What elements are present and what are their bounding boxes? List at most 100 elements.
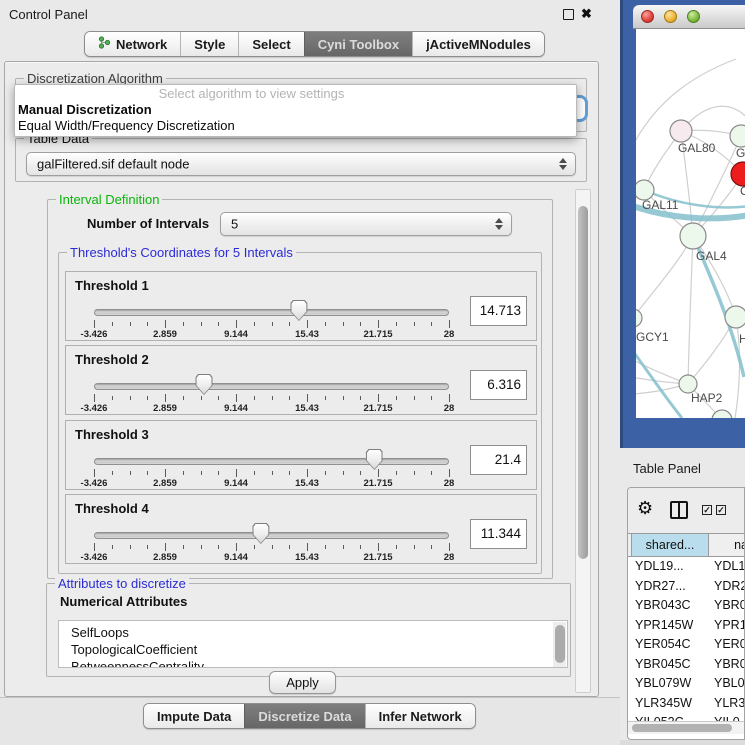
slider-handle[interactable]: [252, 523, 269, 544]
tick-mark: [343, 322, 344, 326]
cell-shared-name: YPR145W: [635, 618, 693, 632]
tick-mark: [272, 322, 273, 326]
column-header-name[interactable]: na: [710, 534, 745, 556]
tick-mark: [147, 545, 148, 549]
table-data-combo[interactable]: galFiltered.sif default node: [26, 152, 576, 176]
numerical-attributes-list[interactable]: SelfLoopsTopologicalCoefficientBetweenne…: [58, 620, 568, 668]
threshold-value-field[interactable]: 6.316: [470, 370, 527, 400]
list-item[interactable]: SelfLoops: [59, 624, 567, 641]
close-icon[interactable]: ✖: [581, 6, 592, 22]
slider-ticks: [94, 543, 449, 552]
tick-mark: [325, 471, 326, 475]
tick-mark: [112, 471, 113, 475]
number-of-intervals-combo[interactable]: 5: [220, 212, 512, 236]
slider-track[interactable]: [94, 383, 449, 390]
tab-discretize-data[interactable]: Discretize Data: [244, 704, 364, 728]
scale-label: -3.426: [81, 403, 108, 414]
table-row[interactable]: YLR345W YLR3: [628, 694, 744, 714]
threshold-value-field[interactable]: 11.344: [470, 519, 527, 549]
threshold-label: Threshold 3: [75, 427, 149, 442]
checkbox-icon[interactable]: ✓: [716, 505, 726, 515]
network-node[interactable]: [725, 306, 745, 328]
tick-mark: [218, 545, 219, 549]
table-row[interactable]: YIL052CYIL0: [628, 713, 744, 721]
network-node[interactable]: [680, 223, 706, 249]
cell-shared-name: YLR345W: [635, 696, 692, 710]
panel-scrollbar[interactable]: [575, 189, 591, 693]
columns-icon[interactable]: [670, 501, 688, 519]
tick-mark: [254, 545, 255, 549]
minimize-traffic-light-icon[interactable]: [664, 10, 677, 23]
tab-cyni-toolbox[interactable]: Cyni Toolbox: [304, 32, 412, 56]
network-node-label: C: [740, 184, 745, 198]
popup-item[interactable]: Equal Width/Frequency Discretization: [15, 118, 576, 134]
control-panel-titlebar: Control Panel ✖: [0, 0, 620, 28]
cell-name: YLR3: [714, 696, 744, 710]
tick-mark: [325, 545, 326, 549]
network-node[interactable]: [670, 120, 692, 142]
interval-definition-group: Interval Definition Number of Intervals …: [47, 199, 553, 579]
zoom-traffic-light-icon[interactable]: [687, 10, 700, 23]
tab-infer-network[interactable]: Infer Network: [365, 704, 475, 728]
attributes-group-title: Attributes to discretize: [55, 576, 189, 591]
algorithm-dropdown-popup: Select algorithm to view settings Manual…: [14, 84, 577, 137]
network-node[interactable]: [636, 180, 654, 200]
slider-track[interactable]: [94, 458, 449, 465]
table-row[interactable]: YBL079WYBL0: [628, 674, 744, 694]
cell-shared-name: YBL079W: [635, 676, 691, 690]
popup-item[interactable]: Manual Discretization: [15, 102, 576, 118]
list-item[interactable]: TopologicalCoefficient: [59, 641, 567, 658]
list-item[interactable]: BetweennessCentrality: [59, 658, 567, 668]
table-row[interactable]: YDL19...YDL1: [628, 557, 744, 577]
table-row[interactable]: YDR27...YDR2: [628, 577, 744, 597]
network-node[interactable]: [730, 125, 745, 147]
slider-track[interactable]: [94, 532, 449, 539]
tab-label: Style: [194, 37, 225, 52]
checkbox-icon[interactable]: ✓: [702, 505, 712, 515]
number-of-intervals-label: Number of Intervals: [87, 216, 209, 231]
table-row[interactable]: YBR045CYBR0: [628, 655, 744, 675]
slider-handle-face: [197, 375, 212, 394]
cell-name: YER0: [714, 637, 744, 651]
close-traffic-light-icon[interactable]: [641, 10, 654, 23]
table-row[interactable]: YBR043CYBR0: [628, 596, 744, 616]
table-row[interactable]: YER054CYER0: [628, 635, 744, 655]
network-node[interactable]: [731, 162, 745, 186]
tick-mark: [94, 394, 95, 402]
slider-handle[interactable]: [366, 449, 383, 470]
column-header-shared[interactable]: shared...: [631, 534, 709, 556]
attributes-scrollbar-thumb[interactable]: [555, 625, 565, 663]
scale-label: -3.426: [81, 478, 108, 489]
tick-mark: [94, 543, 95, 551]
threshold-value-field[interactable]: 21.4: [470, 445, 527, 475]
slider-track[interactable]: [94, 309, 449, 316]
cell-name: YPR1: [714, 618, 744, 632]
tab-style[interactable]: Style: [180, 32, 238, 56]
tab-network[interactable]: Network: [85, 32, 180, 56]
tab-impute-data[interactable]: Impute Data: [144, 704, 244, 728]
tick-mark: [272, 471, 273, 475]
table-h-scrollbar[interactable]: [628, 721, 744, 734]
slider-ticks: [94, 320, 449, 329]
tab-jactivemnodules[interactable]: jActiveMNodules: [412, 32, 544, 56]
float-window-icon[interactable]: [563, 9, 574, 20]
table-header-row: shared... na: [628, 533, 744, 557]
slider-handle[interactable]: [196, 374, 213, 395]
slider-handle[interactable]: [290, 300, 307, 321]
tab-select[interactable]: Select: [238, 32, 303, 56]
apply-button[interactable]: Apply: [269, 671, 336, 694]
panel-scrollbar-thumb[interactable]: [578, 206, 588, 559]
table-h-scrollbar-thumb[interactable]: [632, 724, 732, 732]
gear-icon[interactable]: ⚙: [637, 498, 653, 519]
threshold-value-field[interactable]: 14.713: [470, 296, 527, 326]
tick-mark: [431, 545, 432, 549]
table-panel-bottom-edge: [620, 740, 745, 745]
network-node[interactable]: [636, 309, 642, 327]
network-canvas[interactable]: GAL80GACGAL11GAL4GCY1HHAP2: [636, 29, 745, 418]
table-panel-title: Table Panel: [633, 461, 701, 476]
network-node[interactable]: [712, 410, 732, 418]
cell-shared-name: YDR27...: [635, 579, 686, 593]
attributes-scrollbar[interactable]: [553, 622, 566, 668]
tick-mark: [449, 320, 450, 328]
table-row[interactable]: YPR145W YPR1: [628, 616, 744, 636]
